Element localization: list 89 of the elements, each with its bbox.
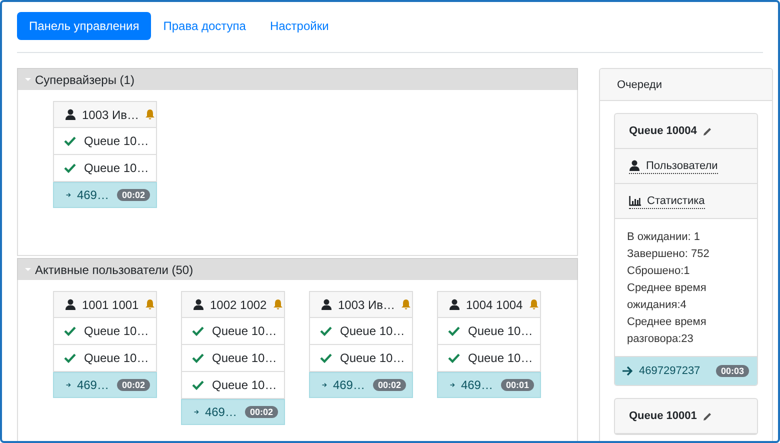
stat-line: Завершено: 752 bbox=[627, 247, 710, 262]
caret-icon bbox=[25, 78, 31, 81]
agent-header[interactable]: 1003 Ив… bbox=[310, 292, 412, 318]
call-timer-badge: 00:02 bbox=[116, 189, 150, 201]
user-icon bbox=[65, 109, 76, 120]
active-call-row[interactable]: 469… 00:02 bbox=[181, 399, 285, 425]
agent-header[interactable]: 1004 1004 bbox=[438, 292, 540, 318]
phone-number: 469… bbox=[204, 405, 237, 419]
active-call-row[interactable]: 469… 00:02 bbox=[53, 182, 157, 208]
check-icon bbox=[64, 326, 76, 336]
bell-icon bbox=[145, 109, 156, 120]
call-timer-badge: 00:03 bbox=[716, 365, 749, 377]
section-header[interactable]: Активные пользователи (50) bbox=[17, 258, 578, 280]
phone-number: 469… bbox=[332, 378, 365, 392]
phone-number: 469… bbox=[76, 188, 109, 202]
pencil-icon[interactable] bbox=[702, 412, 712, 420]
check-icon bbox=[320, 353, 332, 363]
queue-name: Queue 10… bbox=[340, 324, 405, 338]
check-icon bbox=[64, 353, 76, 363]
stat-line: Среднее время разговора:23 bbox=[627, 315, 708, 347]
queue-name: Queue 10… bbox=[212, 351, 277, 365]
queue-name: Queue 10… bbox=[468, 351, 533, 365]
active-call-row[interactable]: 469… 00:02 bbox=[309, 372, 413, 398]
user-icon bbox=[65, 299, 76, 310]
check-icon bbox=[448, 326, 460, 336]
bell-icon bbox=[528, 299, 539, 310]
queue-name: Queue 10… bbox=[468, 324, 533, 338]
check-icon bbox=[64, 136, 76, 146]
agent-name: 1004 1004 bbox=[466, 298, 523, 312]
call-timer-badge: 00:02 bbox=[244, 406, 278, 418]
phone-number: 469… bbox=[460, 378, 493, 392]
call-timer-badge: 00:02 bbox=[372, 379, 406, 391]
check-icon bbox=[192, 380, 204, 390]
call-timer-badge: 00:02 bbox=[116, 379, 150, 391]
agent-name: 1002 1002 bbox=[210, 298, 267, 312]
queue-title: Queue 10001 bbox=[629, 410, 697, 422]
queue-name: Queue 10… bbox=[340, 351, 405, 365]
active-call-row[interactable]: 469… 00:02 bbox=[53, 372, 157, 398]
bell-icon bbox=[401, 299, 412, 310]
users-link[interactable]: Пользователи bbox=[629, 158, 718, 174]
bar-chart-icon bbox=[629, 196, 641, 206]
user-icon bbox=[193, 299, 204, 310]
queue-name: Queue 10… bbox=[84, 351, 149, 365]
arrow-right-icon bbox=[194, 407, 199, 417]
queue-name: Queue 10… bbox=[212, 378, 277, 392]
arrow-right-icon bbox=[66, 380, 71, 390]
agent-header[interactable]: 1002 1002 bbox=[182, 292, 284, 318]
active-call-row[interactable]: 469… 00:01 bbox=[437, 372, 541, 398]
arrow-right-icon bbox=[450, 380, 455, 390]
stat-line: Среднее время ожидания:4 bbox=[627, 281, 708, 313]
check-icon bbox=[192, 326, 204, 336]
nav-tab[interactable]: Права доступа bbox=[151, 12, 258, 40]
arrow-right-icon bbox=[66, 190, 71, 200]
phone-number: 469… bbox=[76, 378, 109, 392]
agent-header[interactable]: 1001 1001 bbox=[54, 292, 156, 318]
stat-line: В ожидании: 1 bbox=[627, 230, 702, 245]
panel-title: Очереди bbox=[600, 69, 772, 101]
agent-name: 1003 Ив… bbox=[338, 298, 396, 312]
queue-name: Queue 10… bbox=[84, 134, 149, 148]
agent-header[interactable]: 1003 Ив… bbox=[54, 102, 156, 128]
section-title: Активные пользователи (50) bbox=[35, 262, 194, 276]
caret-icon bbox=[25, 268, 31, 271]
section-header[interactable]: Супервайзеры (1) bbox=[17, 68, 578, 90]
check-icon bbox=[448, 353, 460, 363]
arrow-right-icon bbox=[622, 366, 633, 376]
queue-name: Queue 10… bbox=[212, 324, 277, 338]
bell-icon bbox=[144, 299, 155, 310]
agent-name: 1001 1001 bbox=[82, 298, 139, 312]
queue-name: Queue 10… bbox=[84, 161, 149, 175]
pencil-icon[interactable] bbox=[702, 126, 712, 136]
user-icon bbox=[629, 160, 640, 171]
user-icon bbox=[449, 299, 460, 310]
queue-title: Queue 10004 bbox=[629, 125, 697, 137]
nav-tab[interactable]: Панель управления bbox=[17, 12, 152, 40]
section-title: Супервайзеры (1) bbox=[35, 72, 134, 86]
check-icon bbox=[64, 163, 76, 173]
check-icon bbox=[192, 353, 204, 363]
statistics-link[interactable]: Статистика bbox=[629, 194, 705, 208]
check-icon bbox=[320, 326, 332, 336]
active-call-row[interactable]: 4697297237 00:03 bbox=[615, 357, 757, 385]
phone-number: 4697297237 bbox=[639, 365, 700, 377]
user-icon bbox=[321, 299, 332, 310]
call-timer-badge: 00:01 bbox=[500, 379, 534, 391]
agent-name: 1003 Ив… bbox=[82, 108, 140, 122]
queue-name: Queue 10… bbox=[84, 324, 149, 338]
bell-icon bbox=[272, 299, 283, 310]
stat-line: Сброшено:1 bbox=[627, 264, 691, 279]
arrow-right-icon bbox=[322, 380, 327, 390]
nav-tab[interactable]: Настройки bbox=[258, 12, 341, 40]
